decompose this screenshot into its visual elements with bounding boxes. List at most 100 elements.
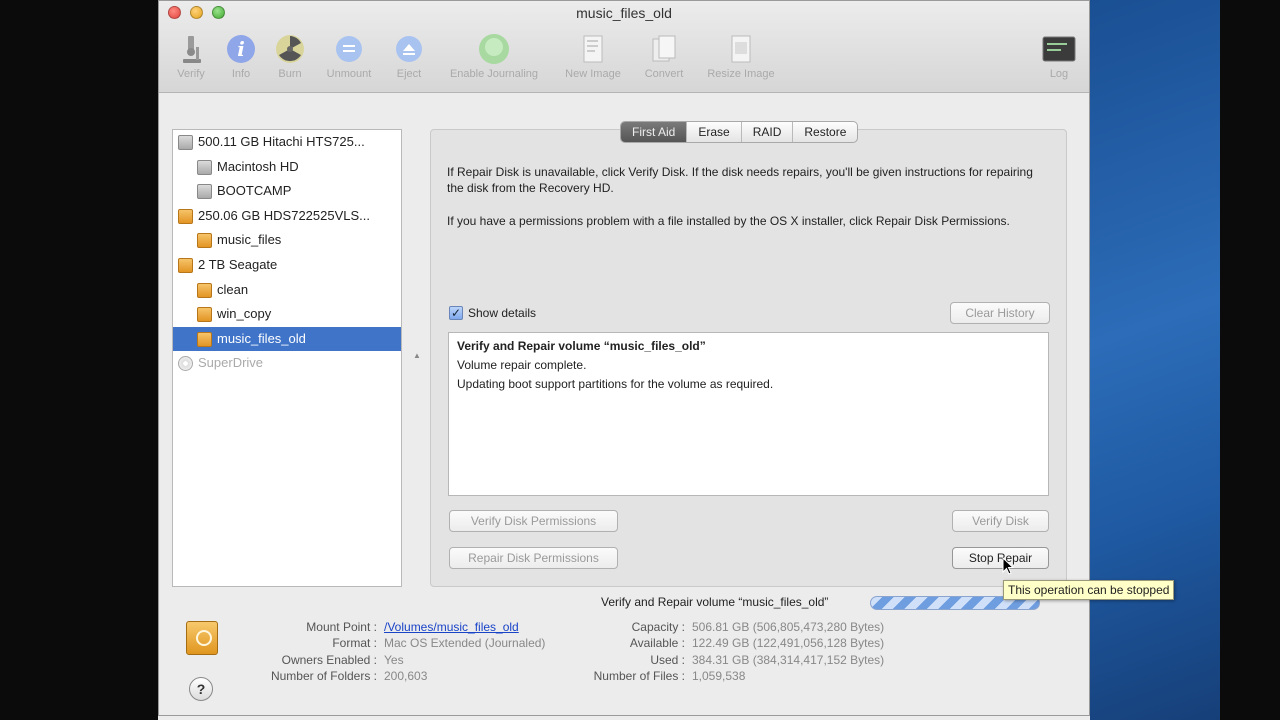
- first-aid-log-area[interactable]: Verify and Repair volume “music_files_ol…: [448, 332, 1049, 496]
- sidebar-item-label: SuperDrive: [198, 355, 264, 371]
- hard-disk-icon: [178, 208, 193, 224]
- sidebar-item-label: music_files_old: [217, 330, 306, 346]
- repair-disk-permissions-button[interactable]: Repair Disk Permissions: [449, 547, 618, 569]
- sidebar-disk-item[interactable]: 500.11 GB Hitachi HTS725...: [173, 130, 401, 154]
- toolbar-burn-label: Burn: [278, 68, 302, 80]
- log-line: Updating boot support partitions for the…: [457, 377, 774, 391]
- desktop-background-right: [1090, 0, 1220, 720]
- sidebar-volume-item[interactable]: music_files_old: [173, 326, 401, 351]
- disk-list-sidebar: 500.11 GB Hitachi HTS725... Macintosh HD B…: [172, 129, 402, 587]
- sidebar-volume-item[interactable]: Macintosh HD: [173, 155, 401, 179]
- tab-raid[interactable]: RAID: [740, 122, 793, 142]
- volume-icon: [197, 331, 212, 347]
- tab-erase[interactable]: Erase: [686, 122, 740, 142]
- sidebar-item-label: Macintosh HD: [217, 158, 299, 174]
- window-title: music_files_old: [576, 5, 672, 21]
- sidebar-item-label: 2 TB Seagate: [198, 257, 278, 272]
- mouse-cursor-icon: [1002, 557, 1014, 575]
- sidebar-item-label: win_copy: [217, 306, 272, 322]
- toolbar-verify-button[interactable]: Verify: [171, 33, 211, 80]
- burn-radiation-icon: [276, 35, 304, 63]
- sidebar-volume-item[interactable]: music_files: [173, 228, 401, 252]
- microscope-icon: [183, 36, 201, 63]
- first-aid-info-text-2: If you have a permissions problem with a…: [447, 214, 1010, 228]
- tab-restore[interactable]: Restore: [792, 122, 857, 142]
- svg-text:i: i: [237, 37, 245, 61]
- operation-status-text: Verify and Repair volume “music_files_ol…: [601, 595, 829, 609]
- capacity-label: Capacity :: [631, 620, 685, 634]
- show-details-label: Show details: [468, 306, 537, 320]
- available-row: Available :: [159, 635, 685, 651]
- convert-icon: [652, 35, 676, 62]
- clear-history-button[interactable]: Clear History: [950, 302, 1050, 324]
- toolbar-new-image-label: New Image: [565, 68, 621, 80]
- sidebar-disk-item[interactable]: 250.06 GB HDS722525VLS...: [173, 204, 401, 228]
- toolbar-convert-label: Convert: [644, 68, 684, 80]
- capacity-row: Capacity :: [159, 619, 685, 635]
- toolbar-log-label: Log: [1049, 68, 1069, 80]
- toolbar-log-button[interactable]: Log: [1039, 33, 1079, 80]
- sidebar-item-label: music_files: [217, 232, 282, 248]
- stop-repair-tooltip: This operation can be stopped: [1003, 580, 1175, 600]
- sidebar-item-label: 500.11 GB Hitachi HTS725...: [198, 134, 365, 149]
- hard-disk-icon: [178, 258, 193, 273]
- toolbar-burn-button[interactable]: Burn: [271, 33, 309, 80]
- available-label: Available :: [629, 636, 685, 650]
- sidebar-volume-item[interactable]: clean: [173, 278, 401, 302]
- volume-icon: [197, 307, 212, 323]
- toolbar-eject-label: Eject: [396, 68, 422, 80]
- resize-image-icon: [731, 35, 751, 63]
- sidebar-collapse-arrow[interactable]: ▲: [413, 351, 421, 360]
- toolbar-info-button[interactable]: i Info: [222, 33, 260, 80]
- log-console-icon: [1042, 36, 1076, 62]
- toolbar-unmount-label: Unmount: [326, 68, 372, 80]
- used-label: Used :: [650, 653, 685, 667]
- stop-repair-button[interactable]: Stop Repair: [952, 547, 1049, 569]
- files-value: 1,059,538: [692, 669, 746, 683]
- tab-first-aid[interactable]: First Aid: [621, 122, 687, 142]
- files-row: Number of Files :: [159, 668, 685, 684]
- toolbar: music_files_old Verify i Info Burn Unmou…: [159, 1, 1089, 93]
- show-details-checkbox[interactable]: ✓: [449, 306, 463, 320]
- info-icon: i: [227, 35, 255, 63]
- sidebar-volume-item[interactable]: BOOTCAMP: [173, 179, 401, 203]
- sidebar-item-label: 250.06 GB HDS722525VLS...: [198, 207, 371, 223]
- verify-disk-button[interactable]: Verify Disk: [952, 510, 1049, 532]
- disk-utility-window: music_files_old Verify i Info Burn Unmou…: [158, 0, 1090, 716]
- desktop-background-edge: [1220, 0, 1280, 720]
- eject-icon: [396, 36, 422, 62]
- log-line: Verify and Repair volume “music_files_ol…: [457, 339, 706, 353]
- optical-drive-icon: [178, 356, 193, 372]
- used-value: 384.31 GB (384,314,417,152 Bytes): [692, 653, 885, 667]
- sidebar-item-label: clean: [217, 281, 249, 297]
- journaling-icon: [479, 34, 509, 64]
- volume-icon: [197, 159, 212, 175]
- sidebar-volume-item[interactable]: win_copy: [173, 302, 401, 326]
- toolbar-info-label: Info: [231, 68, 251, 80]
- toolbar-verify-label: Verify: [177, 68, 205, 80]
- used-row: Used :: [159, 652, 685, 668]
- log-line: Volume repair complete.: [457, 358, 587, 372]
- available-value: 122.49 GB (122,491,056,128 Bytes): [692, 636, 885, 650]
- toolbar-eject-button[interactable]: Eject: [389, 33, 429, 80]
- toolbar-enable-journaling-label: Enable Journaling: [449, 68, 539, 80]
- toolbar-enable-journaling-button[interactable]: Enable Journaling: [437, 33, 551, 80]
- toolbar-resize-image-label: Resize Image: [707, 68, 775, 80]
- toolbar-unmount-button[interactable]: Unmount: [319, 33, 379, 80]
- volume-icon: [197, 233, 212, 249]
- volume-icon: [197, 282, 212, 298]
- new-image-icon: [583, 35, 603, 63]
- toolbar-new-image-button[interactable]: New Image: [557, 33, 629, 80]
- files-label: Number of Files :: [593, 669, 685, 683]
- toolbar-convert-button[interactable]: Convert: [637, 33, 691, 80]
- sidebar-disk-item[interactable]: 2 TB Seagate: [173, 253, 401, 277]
- unmount-icon: [336, 36, 362, 62]
- toolbar-resize-image-button[interactable]: Resize Image: [699, 33, 783, 80]
- sidebar-item-label: BOOTCAMP: [217, 183, 292, 199]
- desktop-background-left: [0, 0, 158, 720]
- verify-disk-permissions-button[interactable]: Verify Disk Permissions: [449, 510, 618, 532]
- sidebar-optical-item[interactable]: SuperDrive: [173, 351, 401, 375]
- volume-icon: [197, 184, 212, 200]
- first-aid-panel: First Aid Erase RAID Restore If Repair Disk…: [430, 121, 1067, 587]
- tab-segmented-control: First Aid Erase RAID Restore: [620, 121, 859, 143]
